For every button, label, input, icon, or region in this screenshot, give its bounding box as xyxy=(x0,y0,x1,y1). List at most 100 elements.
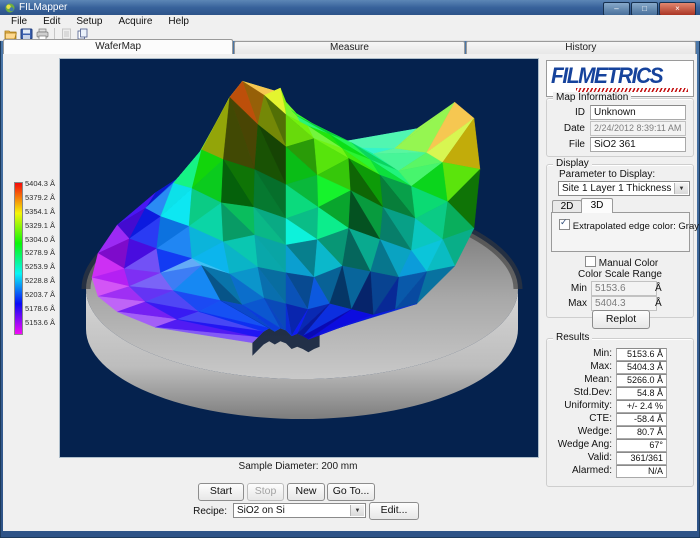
result-row-mean: Mean: 5266.0 Å xyxy=(549,374,691,387)
id-field[interactable]: Unknown xyxy=(590,105,686,120)
result-row-wedge: Wedge: 80.7 Å xyxy=(549,426,691,439)
result-row-max: Max: 5404.3 Å xyxy=(549,361,691,374)
edge-color-checkbox[interactable]: ✓ xyxy=(559,219,570,230)
result-label: Wedge Ang: xyxy=(549,439,612,450)
result-label: Min: xyxy=(549,348,612,359)
result-value: 5404.3 Å xyxy=(616,361,667,374)
wafer-surface-mesh xyxy=(60,59,538,457)
edge-color-label: Extrapolated edge color: Gray xyxy=(573,221,699,232)
scale-max-label: Max xyxy=(549,298,587,309)
menu-bar: FileEditSetupAcquireHelp xyxy=(0,15,700,27)
scale-min-field: 5153.6 xyxy=(591,281,657,296)
scale-min-label: Min xyxy=(549,283,587,294)
result-value: 361/361 xyxy=(616,452,667,465)
result-row-wedgeang: Wedge Ang: 67° xyxy=(549,439,691,452)
goto-button[interactable]: Go To... xyxy=(327,483,375,501)
results-group: Results Min:5153.6 ÅMax:5404.3 ÅMean:526… xyxy=(546,338,694,487)
id-label: ID xyxy=(549,107,585,118)
recipe-label: Recipe: xyxy=(185,506,227,517)
results-title: Results xyxy=(553,332,592,343)
result-value: 54.8 Å xyxy=(616,387,667,400)
save-icon[interactable] xyxy=(20,28,33,40)
manual-color-checkbox[interactable] xyxy=(585,256,596,267)
window-title: FILMapper xyxy=(19,2,67,13)
logo-text: FILMETRICS xyxy=(551,63,662,89)
menu-setup[interactable]: Setup xyxy=(68,16,110,27)
result-row-cte: CTE: -58.4 Å xyxy=(549,413,691,426)
result-value: 5153.6 Å xyxy=(616,348,667,361)
new-button[interactable]: New xyxy=(287,483,325,501)
check-icon: ✓ xyxy=(560,217,568,228)
result-value: -58.4 Å xyxy=(616,413,667,426)
parameter-combobox[interactable]: Site 1 Layer 1 Thickness ▼ xyxy=(558,181,690,196)
parameter-label: Parameter to Display: xyxy=(559,169,689,180)
result-label: Wedge: xyxy=(549,426,612,437)
wafermap-page: 5404.3 Å5379.2 Å5354.1 Å5329.1 Å5304.0 Å… xyxy=(3,54,697,531)
menu-file[interactable]: File xyxy=(3,16,35,27)
chevron-down-icon[interactable]: ▼ xyxy=(674,183,688,194)
app-window: FILMapper –□× FileEditSetupAcquireHelp W… xyxy=(0,0,700,538)
start-button[interactable]: Start xyxy=(198,483,244,501)
report-icon xyxy=(60,28,73,40)
menu-acquire[interactable]: Acquire xyxy=(111,16,161,27)
print-icon[interactable] xyxy=(36,28,49,40)
menu-help[interactable]: Help xyxy=(160,16,197,27)
result-value: 80.7 Å xyxy=(616,426,667,439)
map-information-group: Map Information ID Unknown Date 2/24/201… xyxy=(546,98,694,157)
file-label: File xyxy=(549,139,585,150)
display-group: Display Parameter to Display: Site 1 Lay… xyxy=(546,164,694,318)
result-label: Std.Dev: xyxy=(549,387,612,398)
date-label: Date xyxy=(549,123,585,134)
edit-recipe-button[interactable]: Edit... xyxy=(369,502,419,520)
result-value: 67° xyxy=(616,439,667,452)
color-scale-range-title: Color Scale Range xyxy=(547,269,693,280)
tab-wafermap[interactable]: WaferMap xyxy=(3,39,233,54)
view-options-panel: ✓ Extrapolated edge color: Gray xyxy=(551,212,690,252)
result-row-valid: Valid: 361/361 xyxy=(549,452,691,465)
open-icon[interactable] xyxy=(4,28,17,40)
result-label: Mean: xyxy=(549,374,612,385)
stop-button: Stop xyxy=(247,483,284,501)
colorbar-gradient xyxy=(14,182,23,335)
result-row-uniformity: Uniformity: +/- 2.4 % xyxy=(549,400,691,413)
toolbar-separator xyxy=(54,28,55,39)
result-value: N/A xyxy=(616,465,667,478)
close-button[interactable]: × xyxy=(659,2,696,16)
scale-min-unit: Å xyxy=(655,283,669,294)
maximize-button[interactable]: □ xyxy=(631,2,658,16)
file-field[interactable]: SiO2 361 xyxy=(590,137,686,152)
result-label: Uniformity: xyxy=(549,400,612,411)
result-value: 5266.0 Å xyxy=(616,374,667,387)
result-label: CTE: xyxy=(549,413,612,424)
tab-3d[interactable]: 3D xyxy=(581,198,613,213)
results-rows: Min:5153.6 ÅMax:5404.3 ÅMean:5266.0 ÅStd… xyxy=(549,348,691,478)
result-row-stddev: Std.Dev: 54.8 Å xyxy=(549,387,691,400)
copy-icon[interactable] xyxy=(76,28,89,40)
tab-measure[interactable]: Measure xyxy=(234,41,464,54)
wafer-3d-plot[interactable] xyxy=(59,58,539,458)
map-information-title: Map Information xyxy=(553,92,631,103)
result-label: Alarmed: xyxy=(549,465,612,476)
recipe-value: SiO2 on Si xyxy=(237,505,285,516)
tab-history[interactable]: History xyxy=(466,41,696,54)
replot-button[interactable]: Replot xyxy=(592,310,650,329)
result-label: Valid: xyxy=(549,452,612,463)
title-bar: FILMapper –□× xyxy=(0,0,700,15)
result-value: +/- 2.4 % xyxy=(616,400,667,413)
display-title: Display xyxy=(553,158,592,169)
result-row-min: Min: 5153.6 Å xyxy=(549,348,691,361)
parameter-value: Site 1 Layer 1 Thickness xyxy=(562,183,671,194)
sample-diameter-caption: Sample Diameter: 200 mm xyxy=(59,461,537,472)
scale-max-field: 5404.3 xyxy=(591,296,657,311)
chevron-down-icon[interactable]: ▼ xyxy=(350,505,364,516)
main-tabs: WaferMapMeasureHistory xyxy=(3,41,697,54)
manual-color-label: Manual Color xyxy=(599,258,658,269)
result-label: Max: xyxy=(549,361,612,372)
result-row-alarmed: Alarmed: N/A xyxy=(549,465,691,478)
scale-max-unit: Å xyxy=(655,298,669,309)
recipe-combobox[interactable]: SiO2 on Si ▼ xyxy=(233,503,366,518)
menu-edit[interactable]: Edit xyxy=(35,16,68,27)
caption-buttons: –□× xyxy=(603,2,696,16)
minimize-button[interactable]: – xyxy=(603,2,630,16)
app-icon xyxy=(5,3,15,13)
